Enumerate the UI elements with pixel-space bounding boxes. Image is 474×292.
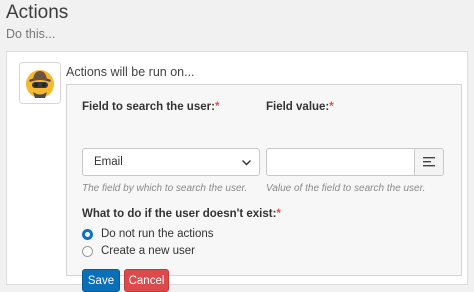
- actions-card: Actions will be run on... Field to searc…: [6, 51, 468, 292]
- required-mark: *: [329, 101, 334, 113]
- missing-user-label: What to do if the user doesn't exist:*: [82, 208, 281, 220]
- radio-label: Do not run the actions: [101, 228, 214, 240]
- field-value-input[interactable]: [266, 148, 415, 176]
- field-value-label: Field value:*: [266, 101, 334, 113]
- page-subtitle: Do this...: [6, 27, 56, 41]
- radio-label: Create a new user: [101, 245, 195, 257]
- radio-option-do-not-run[interactable]: Do not run the actions: [82, 227, 214, 241]
- field-search-label: Field to search the user:*: [82, 101, 220, 113]
- chevron-down-icon: [242, 160, 251, 166]
- page-title: Actions: [6, 2, 69, 23]
- card-header: Actions will be run on...: [66, 65, 195, 79]
- radio-option-create-user[interactable]: Create a new user: [82, 244, 195, 258]
- avatar: [19, 62, 61, 104]
- radio-button[interactable]: [82, 245, 93, 257]
- save-button[interactable]: Save: [82, 269, 120, 292]
- required-mark: *: [276, 208, 281, 220]
- field-search-select[interactable]: Email: [82, 148, 260, 176]
- required-mark: *: [214, 101, 220, 113]
- field-search-help: The field by which to search the user.: [82, 183, 248, 194]
- radio-button[interactable]: [82, 228, 93, 240]
- field-value-help: Value of the field to search the user.: [266, 183, 426, 194]
- spy-icon: [26, 70, 54, 98]
- action-form: Field to search the user:* Field value:*…: [66, 84, 462, 292]
- text-align-icon: [423, 157, 435, 167]
- cancel-button[interactable]: Cancel: [124, 269, 169, 292]
- field-value-addon-button[interactable]: [414, 148, 444, 176]
- field-search-value: Email: [94, 156, 123, 168]
